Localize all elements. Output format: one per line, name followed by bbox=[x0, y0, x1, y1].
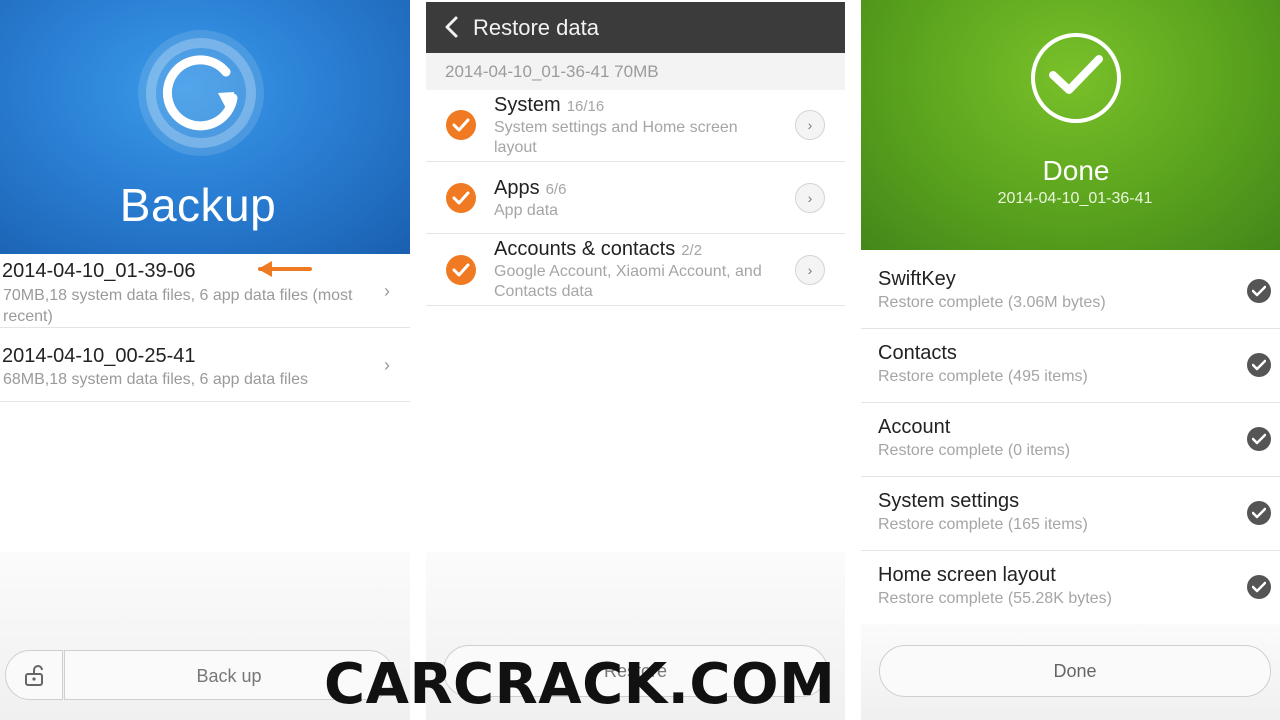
item-label: Apps bbox=[494, 177, 540, 199]
item-count: 16/16 bbox=[566, 98, 605, 115]
backup-header: Backup bbox=[0, 0, 410, 254]
checkmark-icon bbox=[1247, 575, 1271, 599]
result-name: Home screen layout bbox=[878, 564, 1056, 586]
site-watermark: CARCRACK.COM bbox=[324, 652, 836, 717]
result-status: Restore complete (55.28K bytes) bbox=[878, 590, 1112, 607]
result-name: Contacts bbox=[878, 342, 957, 364]
chevron-right-icon: › bbox=[384, 355, 390, 375]
item-label: System bbox=[494, 94, 561, 116]
result-status: Restore complete (3.06M bytes) bbox=[878, 294, 1106, 311]
backup-row-1[interactable]: 2014-04-10_01-39-06 70MB,18 system data … bbox=[0, 255, 410, 328]
restore-header: Restore data bbox=[426, 2, 845, 53]
result-row: System settings Restore complete (165 it… bbox=[861, 477, 1280, 551]
checkmark-icon bbox=[1247, 501, 1271, 525]
result-row: SwiftKey Restore complete (3.06M bytes) bbox=[861, 255, 1280, 329]
chevron-right-icon[interactable]: › bbox=[795, 110, 825, 140]
chevron-right-icon: › bbox=[384, 281, 390, 301]
checkmark-icon[interactable] bbox=[446, 183, 476, 213]
done-button[interactable]: Done bbox=[879, 645, 1271, 697]
checkmark-icon[interactable] bbox=[446, 255, 476, 285]
backup-row-2[interactable]: 2014-04-10_00-25-41 68MB,18 system data … bbox=[0, 329, 410, 402]
done-screen: Done 2014-04-10_01-36-41 SwiftKey Restor… bbox=[861, 0, 1280, 720]
chevron-left-icon bbox=[445, 16, 458, 38]
unlock-icon bbox=[25, 665, 43, 686]
result-status: Restore complete (495 items) bbox=[878, 368, 1088, 385]
result-name: Account bbox=[878, 416, 951, 438]
result-name: SwiftKey bbox=[878, 268, 956, 290]
checkmark-icon bbox=[1247, 427, 1271, 451]
backup-screen: Backup 2014-04-10_01-39-06 70MB,18 syste… bbox=[0, 0, 410, 720]
backup-name: 2014-04-10_01-39-06 bbox=[2, 260, 196, 282]
screenshot-collage: Backup 2014-04-10_01-39-06 70MB,18 syste… bbox=[0, 0, 1280, 720]
restore-item-name: Accounts & contacts 2/2 bbox=[494, 238, 702, 261]
backup-title: Backup bbox=[119, 179, 277, 231]
check-circle-icon bbox=[1031, 33, 1121, 123]
item-count: 2/2 bbox=[681, 242, 703, 259]
restore-item-description: System settings and Home screen layout bbox=[494, 119, 738, 156]
back-button[interactable] bbox=[442, 15, 462, 39]
checkmark-icon bbox=[1247, 279, 1271, 303]
chevron-right-icon[interactable]: › bbox=[795, 255, 825, 285]
done-date: 2014-04-10_01-36-41 bbox=[997, 190, 1153, 207]
restore-item-apps[interactable]: Apps 6/6 App data › bbox=[426, 163, 845, 234]
done-title: Done bbox=[1042, 155, 1110, 186]
item-label: Accounts & contacts bbox=[494, 238, 676, 260]
restore-item-description: App data bbox=[494, 202, 559, 219]
backup-name: 2014-04-10_00-25-41 bbox=[2, 345, 196, 367]
restore-item-accounts[interactable]: Accounts & contacts 2/2 Google Account, X… bbox=[426, 235, 845, 306]
result-name: System settings bbox=[878, 490, 1020, 512]
restore-item-system[interactable]: System 16/16 System settings and Home scr… bbox=[426, 90, 845, 162]
result-row: Home screen layout Restore complete (55.… bbox=[861, 551, 1280, 625]
restore-subtitle: 2014-04-10_01-36-41 70MB bbox=[426, 53, 845, 90]
checkmark-icon bbox=[1247, 353, 1271, 377]
checkmark-icon[interactable] bbox=[446, 110, 476, 140]
backup-description: 68MB,18 system data files, 6 app data fi… bbox=[3, 371, 309, 388]
unlock-button[interactable] bbox=[5, 650, 63, 700]
circular-arrow-icon bbox=[138, 30, 264, 156]
item-count: 6/6 bbox=[545, 181, 567, 198]
restore-screen: Restore data 2014-04-10_01-36-41 70MB Sy… bbox=[426, 0, 845, 720]
chevron-right-icon[interactable]: › bbox=[795, 183, 825, 213]
result-row: Contacts Restore complete (495 items) bbox=[861, 329, 1280, 403]
backup-description: 70MB,18 system data files, 6 app data fi… bbox=[3, 287, 353, 325]
annotation-arrow-icon bbox=[256, 259, 314, 284]
restore-item-name: System 16/16 bbox=[494, 94, 604, 117]
restore-title: Restore data bbox=[473, 15, 599, 40]
done-header: Done 2014-04-10_01-36-41 bbox=[861, 0, 1280, 250]
result-row: Account Restore complete (0 items) bbox=[861, 403, 1280, 477]
result-status: Restore complete (0 items) bbox=[878, 442, 1071, 459]
result-status: Restore complete (165 items) bbox=[878, 516, 1088, 533]
restore-item-description: Google Account, Xiaomi Account, and Cont… bbox=[494, 263, 762, 300]
restore-item-name: Apps 6/6 bbox=[494, 177, 566, 200]
